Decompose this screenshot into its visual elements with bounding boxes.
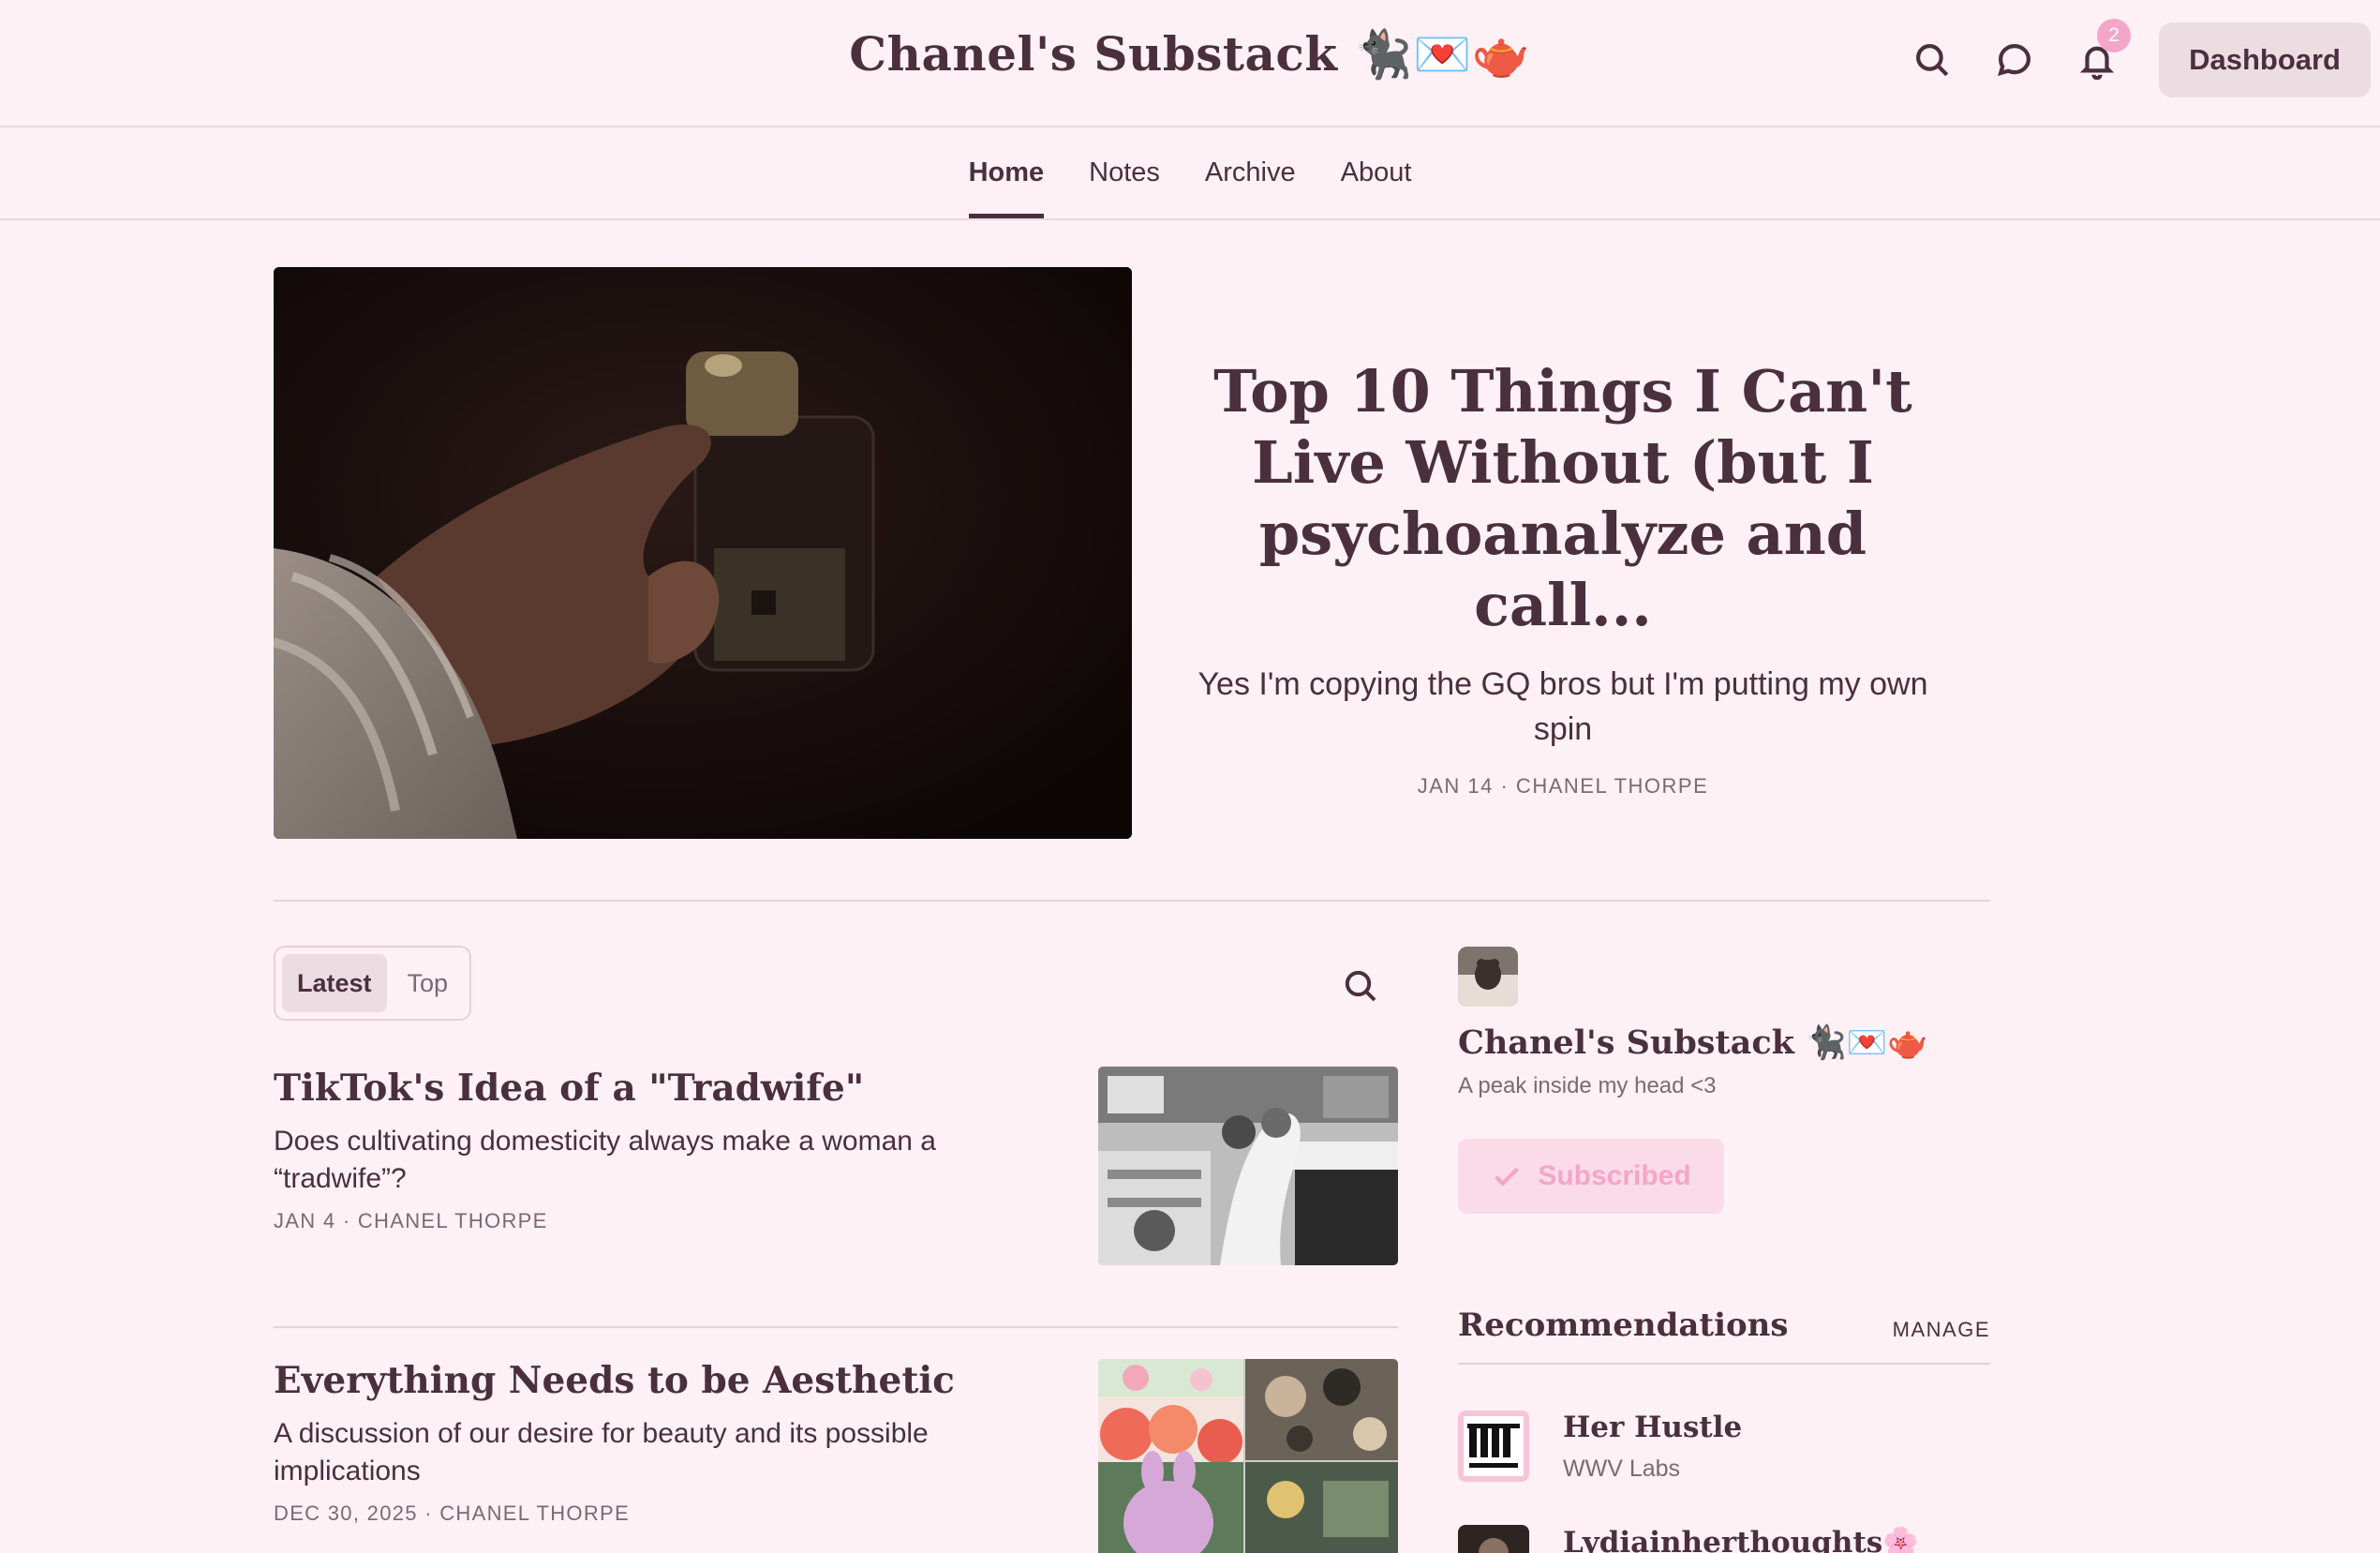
publication-description: A peak inside my head <3 xyxy=(1458,1073,1717,1098)
post-thumbnail[interactable] xyxy=(1098,1359,1398,1553)
check-icon xyxy=(1495,1167,1520,1187)
tab-about[interactable]: About xyxy=(1341,127,1412,218)
notifications-button[interactable]: 2 xyxy=(2060,19,2135,97)
tab-home[interactable]: Home xyxy=(968,127,1045,218)
tab-latest[interactable]: Latest xyxy=(282,954,387,1012)
post-search-button[interactable] xyxy=(1334,960,1387,1012)
tradwife-photo xyxy=(1098,1067,1398,1265)
section-divider xyxy=(274,900,1990,902)
her-hustle-logo xyxy=(1458,1411,1529,1482)
tab-archive[interactable]: Archive xyxy=(1205,127,1296,218)
tab-top[interactable]: Top xyxy=(393,954,464,1012)
avatar-image xyxy=(1458,947,1518,1007)
chat-bubble-icon xyxy=(1998,44,2031,77)
lydia-logo-image xyxy=(1458,1525,1529,1553)
sort-toggle: Latest Top xyxy=(274,946,472,1021)
recommendation-name: Lydiainherthoughts🌸 xyxy=(1563,1526,1919,1553)
hero-meta: JAN 14 · CHANEL THORPE xyxy=(1417,774,1709,798)
publication-avatar[interactable] xyxy=(1458,947,1518,1007)
post-subtitle: Does cultivating domesticity always make… xyxy=(274,1126,936,1194)
post-subtitle: A discussion of our desire for beauty an… xyxy=(274,1418,929,1486)
recommendation-name: Her Hustle xyxy=(1563,1411,1743,1444)
post-title[interactable]: Everything Needs to be Aesthetic xyxy=(274,1359,1061,1402)
recommendation-author: WWV Labs xyxy=(1563,1456,1681,1482)
recommendations-title: Recommendations xyxy=(1458,1307,1789,1344)
aesthetic-collage xyxy=(1098,1359,1398,1553)
hero-text: Top 10 Things I Can't Live Without (but … xyxy=(1188,356,1938,799)
publication-name[interactable]: Chanel's Substack 🐈‍⬛💌🫖 xyxy=(1458,1023,1990,1062)
perfume-photo xyxy=(274,267,1132,839)
tab-notes[interactable]: Notes xyxy=(1089,127,1160,218)
post-item: TikTok's Idea of a "Tradwife" Does culti… xyxy=(274,1067,1398,1265)
notification-badge: 2 xyxy=(2097,19,2132,52)
search-icon xyxy=(1345,970,1376,1002)
hero-image[interactable] xyxy=(274,267,1132,839)
manage-recommendations-link[interactable]: MANAGE xyxy=(1893,1318,1990,1342)
recommendations-header: Recommendations MANAGE xyxy=(1458,1303,1990,1365)
main-nav: Home Notes Archive About xyxy=(0,127,2380,220)
post-thumbnail[interactable] xyxy=(1098,1067,1398,1265)
post-title[interactable]: TikTok's Idea of a "Tradwife" xyxy=(274,1067,1061,1110)
search-icon xyxy=(1916,44,1949,77)
hero-title[interactable]: Top 10 Things I Can't Live Without (but … xyxy=(1188,356,1938,641)
post-item: Everything Needs to be Aesthetic A discu… xyxy=(274,1359,1398,1553)
her-hustle-logo-image xyxy=(1458,1411,1529,1482)
site-header: Chanel's Substack 🐈‍⬛💌🫖 2 Dashboard xyxy=(0,0,2380,127)
header-actions: 2 Dashboard xyxy=(1887,19,2371,97)
search-button[interactable] xyxy=(1895,22,1970,97)
recommendation-item[interactable]: Lydiainherthoughts🌸 xyxy=(1458,1525,1990,1553)
chat-button[interactable] xyxy=(1977,22,2052,97)
post-divider xyxy=(274,1326,1398,1328)
hero-subtitle: Yes I'm copying the GQ bros but I'm putt… xyxy=(1197,666,1928,747)
lydia-logo xyxy=(1458,1525,1529,1553)
subscribed-button[interactable]: Subscribed xyxy=(1458,1139,1724,1214)
publication-sidebar: Chanel's Substack 🐈‍⬛💌🫖 A peak inside my… xyxy=(1458,947,1990,1214)
dashboard-button[interactable]: Dashboard xyxy=(2159,22,2371,97)
subscribed-label: Subscribed xyxy=(1538,1160,1691,1191)
recommendation-item[interactable]: Her Hustle WWV Labs xyxy=(1458,1411,1990,1486)
